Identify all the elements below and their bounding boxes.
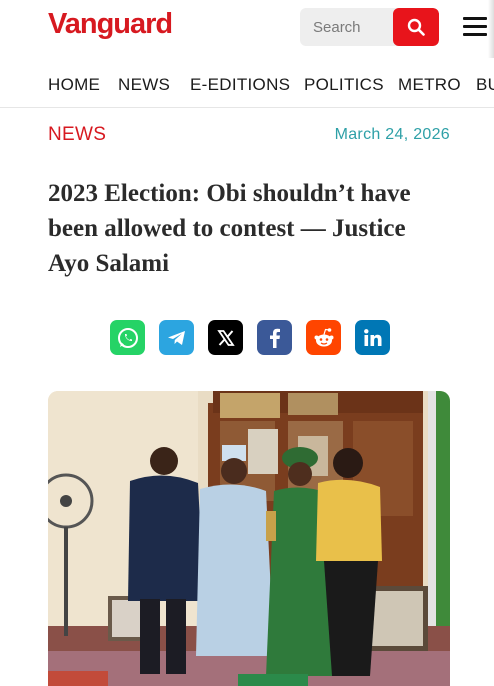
nav-item-home[interactable]: HOME [48,75,100,95]
search-icon [407,18,425,36]
nav-item-news[interactable]: NEWS [118,75,170,95]
article-photo[interactable] [48,391,450,686]
headline-line: 2023 Election: Obi shouldn’t have [48,180,411,207]
nav-item-metro[interactable]: METRO [398,75,461,95]
search-box [300,8,439,46]
hamburger-menu-icon[interactable] [463,17,487,37]
edge-divider [488,0,494,58]
nav-item-e-editions[interactable]: E-EDITIONS [190,75,290,95]
article-date: March 24, 2026 [334,126,450,143]
share-facebook-button[interactable] [257,320,292,355]
site-header: Vanguard [0,0,494,58]
reddit-icon [314,327,333,346]
site-logo[interactable]: Vanguard [48,8,173,41]
article-section[interactable]: NEWS [48,124,106,146]
nav-item-politics[interactable]: POLITICS [304,75,384,95]
share-reddit-button[interactable] [306,320,341,355]
facebook-icon [269,328,280,348]
share-x-button[interactable] [208,320,243,355]
headline-line: Ayo Salami [48,250,170,277]
x-icon [216,329,235,346]
nav-item-business[interactable]: BU [476,75,494,95]
headline-line: been allowed to contest — Justice [48,215,406,242]
article-headline: 2023 Election: Obi shouldn’t have been a… [48,176,458,281]
share-linkedin-button[interactable] [355,320,390,355]
search-button[interactable] [393,8,439,46]
share-telegram-button[interactable] [159,320,194,355]
main-nav: HOME NEWS E-EDITIONS POLITICS METRO BU [0,62,494,108]
share-whatsapp-button[interactable] [110,320,145,355]
search-input[interactable] [300,8,394,46]
whatsapp-icon [117,327,138,348]
telegram-icon [167,330,185,345]
linkedin-icon [363,328,381,346]
